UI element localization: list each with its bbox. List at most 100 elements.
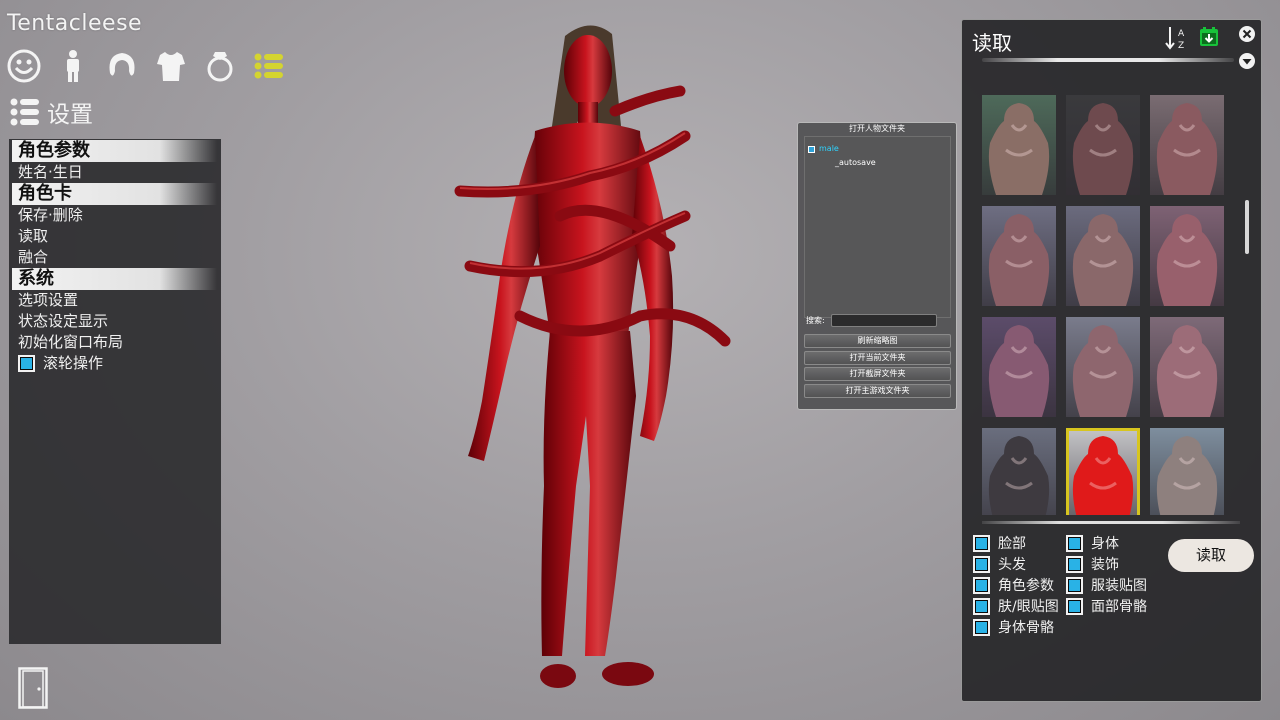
option-character-params-checkbox[interactable] xyxy=(973,576,990,594)
svg-text:A: A xyxy=(1178,29,1185,39)
menu-save-delete[interactable]: 保存·删除 xyxy=(9,205,221,226)
character-card-thumbnail[interactable] xyxy=(1150,95,1224,195)
close-icon[interactable] xyxy=(1238,25,1256,43)
option-face-bones[interactable]: 面部骨骼 xyxy=(1066,596,1147,616)
thumbnail-scrollbar[interactable] xyxy=(1245,200,1249,254)
option-face-checkbox[interactable] xyxy=(973,534,990,552)
face-icon[interactable] xyxy=(6,48,42,84)
character-preview-icon xyxy=(1156,436,1218,515)
category-bar xyxy=(6,48,287,84)
character-preview-icon xyxy=(1156,103,1218,195)
character-preview-icon xyxy=(1156,214,1218,306)
option-hair-checkbox[interactable] xyxy=(973,555,990,573)
save-download-icon[interactable] xyxy=(1198,26,1220,48)
folder-expand-icon[interactable] xyxy=(808,145,815,153)
option-hair-label: 头发 xyxy=(998,557,1026,573)
character-preview-icon xyxy=(988,214,1050,306)
character-card-thumbnail[interactable] xyxy=(1066,95,1140,195)
option-skin-eye-texture[interactable]: 肤/眼贴图 xyxy=(973,596,1059,616)
section-character-card[interactable]: 角色卡 xyxy=(12,183,217,205)
character-card-thumbnail[interactable] xyxy=(1066,317,1140,417)
tree-folder-male-label: male xyxy=(819,144,839,153)
character-preview-icon xyxy=(1072,214,1134,306)
option-body-bones[interactable]: 身体骨骼 xyxy=(973,617,1054,637)
bottom-divider xyxy=(982,521,1240,524)
folder-tree[interactable]: male _autosave xyxy=(804,136,951,318)
option-face-label: 脸部 xyxy=(998,536,1026,552)
character-card-thumbnail[interactable] xyxy=(982,206,1056,306)
character-preview-icon xyxy=(1072,103,1134,195)
option-face-bones-label: 面部骨骼 xyxy=(1091,599,1147,615)
option-accessories[interactable]: 装饰 xyxy=(1066,554,1119,574)
option-clothing-texture-checkbox[interactable] xyxy=(1066,576,1083,594)
option-hair[interactable]: 头发 xyxy=(973,554,1026,574)
tree-folder-autosave[interactable]: _autosave xyxy=(805,156,950,170)
load-panel-title: 读取 xyxy=(972,31,1012,55)
section-system[interactable]: 系统 xyxy=(12,268,217,290)
settings-heading: 设置 xyxy=(9,95,93,129)
menu-load[interactable]: 读取 xyxy=(9,226,221,247)
accessory-ring-icon[interactable] xyxy=(202,48,238,84)
tree-folder-male[interactable]: male xyxy=(805,142,950,156)
body-icon[interactable] xyxy=(55,48,91,84)
clothing-icon[interactable] xyxy=(153,48,189,84)
option-body[interactable]: 身体 xyxy=(1066,533,1119,553)
wheel-operation-label: 滚轮操作 xyxy=(43,354,104,372)
character-preview-icon xyxy=(988,325,1050,417)
character-model[interactable] xyxy=(440,16,740,698)
option-body-checkbox[interactable] xyxy=(1066,534,1083,552)
character-card-thumbnail[interactable] xyxy=(982,95,1056,195)
option-skin-eye-texture-label: 肤/眼贴图 xyxy=(998,599,1059,615)
option-character-params-label: 角色参数 xyxy=(998,578,1054,594)
option-body-bones-label: 身体骨骼 xyxy=(998,620,1054,636)
open-main-game-folder-button[interactable]: 打开主游戏文件夹 xyxy=(804,383,951,398)
settings-menu-panel: 角色参数 姓名·生日 角色卡 保存·删除 读取 融合 系统 选项设置 状态设定显… xyxy=(9,139,221,644)
character-preview-icon xyxy=(988,103,1050,195)
folder-browser-panel: 打开人物文件夹 male _autosave 搜索: 刷新缩略图 打开当前文件夹… xyxy=(797,122,957,410)
option-body-bones-checkbox[interactable] xyxy=(973,618,990,636)
character-card-thumbnail[interactable] xyxy=(1066,428,1140,515)
menu-option-settings[interactable]: 选项设置 xyxy=(9,290,221,311)
exit-door-icon[interactable] xyxy=(18,667,48,709)
refresh-thumbnails-button[interactable]: 刷新缩略图 xyxy=(804,334,951,348)
option-character-params[interactable]: 角色参数 xyxy=(973,575,1054,595)
folder-button-group: 刷新缩略图 打开当前文件夹 打开截屏文件夹 打开主游戏文件夹 xyxy=(804,334,951,400)
open-screenshot-folder-button[interactable]: 打开截屏文件夹 xyxy=(804,367,951,381)
character-card-thumbnail[interactable] xyxy=(1066,206,1140,306)
option-face-bones-checkbox[interactable] xyxy=(1066,597,1083,615)
character-preview-icon xyxy=(1072,325,1134,417)
option-clothing-texture-label: 服装贴图 xyxy=(1091,578,1147,594)
menu-wheel-operation[interactable]: 滚轮操作 xyxy=(9,353,221,374)
character-preview-icon xyxy=(1072,436,1134,515)
character-card-thumbnail[interactable] xyxy=(982,317,1056,417)
character-card-thumbnail[interactable] xyxy=(1150,428,1224,515)
app-title: Tentacleese xyxy=(7,11,143,36)
sort-az-icon[interactable]: A Z xyxy=(1165,25,1189,51)
folder-panel-title: 打开人物文件夹 xyxy=(849,124,905,133)
search-input[interactable] xyxy=(830,314,937,327)
character-preview-icon xyxy=(988,436,1050,515)
chevron-down-icon[interactable] xyxy=(1238,52,1256,70)
option-skin-eye-texture-checkbox[interactable] xyxy=(973,597,990,615)
menu-name-birthday[interactable]: 姓名·生日 xyxy=(9,162,221,183)
list-settings-icon[interactable] xyxy=(251,48,287,84)
wheel-operation-checkbox[interactable] xyxy=(18,355,35,372)
load-button[interactable]: 读取 xyxy=(1168,539,1254,572)
search-label: 搜索: xyxy=(806,316,825,325)
load-panel: 读取 A Z 脸部 身体 头发 装饰 角色参数 服装贴图 肤/眼贴图 面部骨骼 … xyxy=(961,19,1262,702)
option-accessories-checkbox[interactable] xyxy=(1066,555,1083,573)
open-current-folder-button[interactable]: 打开当前文件夹 xyxy=(804,350,951,365)
menu-status-display[interactable]: 状态设定显示 xyxy=(9,311,221,332)
character-card-thumbnail[interactable] xyxy=(982,428,1056,515)
character-card-thumbnail[interactable] xyxy=(1150,317,1224,417)
top-divider-slider[interactable] xyxy=(982,58,1234,62)
character-card-thumbnail[interactable] xyxy=(1150,206,1224,306)
option-face[interactable]: 脸部 xyxy=(973,533,1026,553)
section-character-params[interactable]: 角色参数 xyxy=(12,140,217,162)
option-accessories-label: 装饰 xyxy=(1091,557,1119,573)
hair-icon[interactable] xyxy=(104,48,140,84)
character-thumbnail-grid xyxy=(982,95,1226,515)
option-clothing-texture[interactable]: 服装贴图 xyxy=(1066,575,1147,595)
menu-merge[interactable]: 融合 xyxy=(9,247,221,268)
menu-reset-layout[interactable]: 初始化窗口布局 xyxy=(9,332,221,353)
